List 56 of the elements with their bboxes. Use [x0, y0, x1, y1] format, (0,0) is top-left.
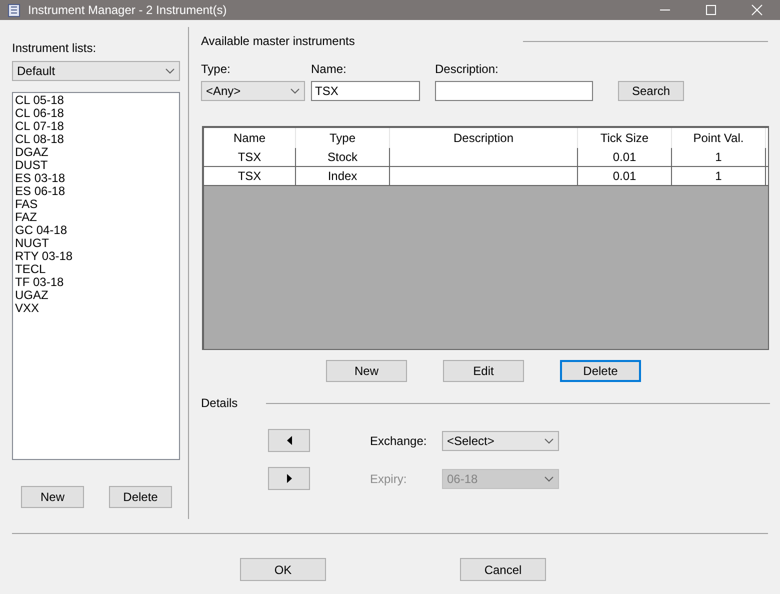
list-item[interactable]: DUST	[15, 159, 179, 172]
table-cell: 1	[672, 167, 766, 185]
button[interactable]: New	[326, 360, 407, 382]
arrow-left-button[interactable]	[268, 429, 310, 452]
app-icon	[8, 4, 20, 16]
button[interactable]: Delete	[109, 486, 172, 508]
chevron-down-icon	[544, 438, 554, 444]
field-label: Description:	[435, 61, 500, 78]
table-cell: Stock	[296, 148, 390, 166]
group-title: Details	[201, 395, 238, 412]
table-cell: 0.01	[578, 167, 672, 185]
list-item[interactable]: CL 06-18	[15, 107, 179, 120]
dropdown[interactable]: <Select>	[442, 430, 559, 450]
list-item[interactable]: ES 03-18	[15, 172, 179, 185]
list-item[interactable]: ES 06-18	[15, 185, 179, 198]
list-item[interactable]: NUGT	[15, 237, 179, 250]
dropdown[interactable]: <Any>	[201, 81, 305, 101]
field-label: Instrument lists:	[12, 40, 98, 57]
table-cell: 0.01	[578, 148, 672, 166]
list-item[interactable]: VXX	[15, 302, 179, 315]
triangle-right-icon	[286, 474, 292, 483]
list-item[interactable]: CL 05-18	[15, 94, 179, 107]
table-cell: Index	[296, 167, 390, 185]
list-item[interactable]: TF 03-18	[15, 276, 179, 289]
list-item[interactable]: GC 04-18	[15, 224, 179, 237]
button[interactable]: Delete	[560, 360, 641, 382]
chevron-down-icon	[544, 476, 554, 482]
triangle-left-icon	[286, 436, 292, 445]
table-cell: TSX	[204, 167, 296, 185]
list-item[interactable]: TECL	[15, 263, 179, 276]
chevron-down-icon	[290, 88, 300, 94]
dropdown[interactable]: Default	[12, 61, 180, 81]
chevron-down-icon	[165, 68, 175, 74]
list-item[interactable]: FAZ	[15, 211, 179, 224]
field-label: Expiry:	[370, 470, 408, 488]
search-button[interactable]: Search	[618, 81, 684, 101]
button[interactable]: OK	[240, 558, 326, 581]
list-item[interactable]: UGAZ	[15, 289, 179, 302]
list-item[interactable]: CL 08-18	[15, 133, 179, 146]
button[interactable]: New	[21, 486, 84, 508]
list-item[interactable]: RTY 03-18	[15, 250, 179, 263]
input-field[interactable]: TSX	[311, 81, 420, 101]
table-cell: TSX	[204, 148, 296, 166]
list-item[interactable]: DGAZ	[15, 146, 179, 159]
field-label: Name:	[311, 61, 348, 78]
list-item[interactable]: CL 07-18	[15, 120, 179, 133]
button[interactable]: Edit	[443, 360, 524, 382]
button[interactable]: Cancel	[460, 558, 546, 581]
input-field[interactable]	[435, 81, 593, 101]
group-title: Available master instruments	[201, 33, 355, 50]
window-title: Instrument Manager - 2 Instrument(s)	[28, 2, 227, 19]
list-item[interactable]: FAS	[15, 198, 179, 211]
arrow-right-button[interactable]	[268, 467, 310, 490]
field-label: Type:	[201, 61, 232, 78]
field-label: Exchange:	[370, 432, 428, 450]
table-cell: 1	[672, 148, 766, 166]
